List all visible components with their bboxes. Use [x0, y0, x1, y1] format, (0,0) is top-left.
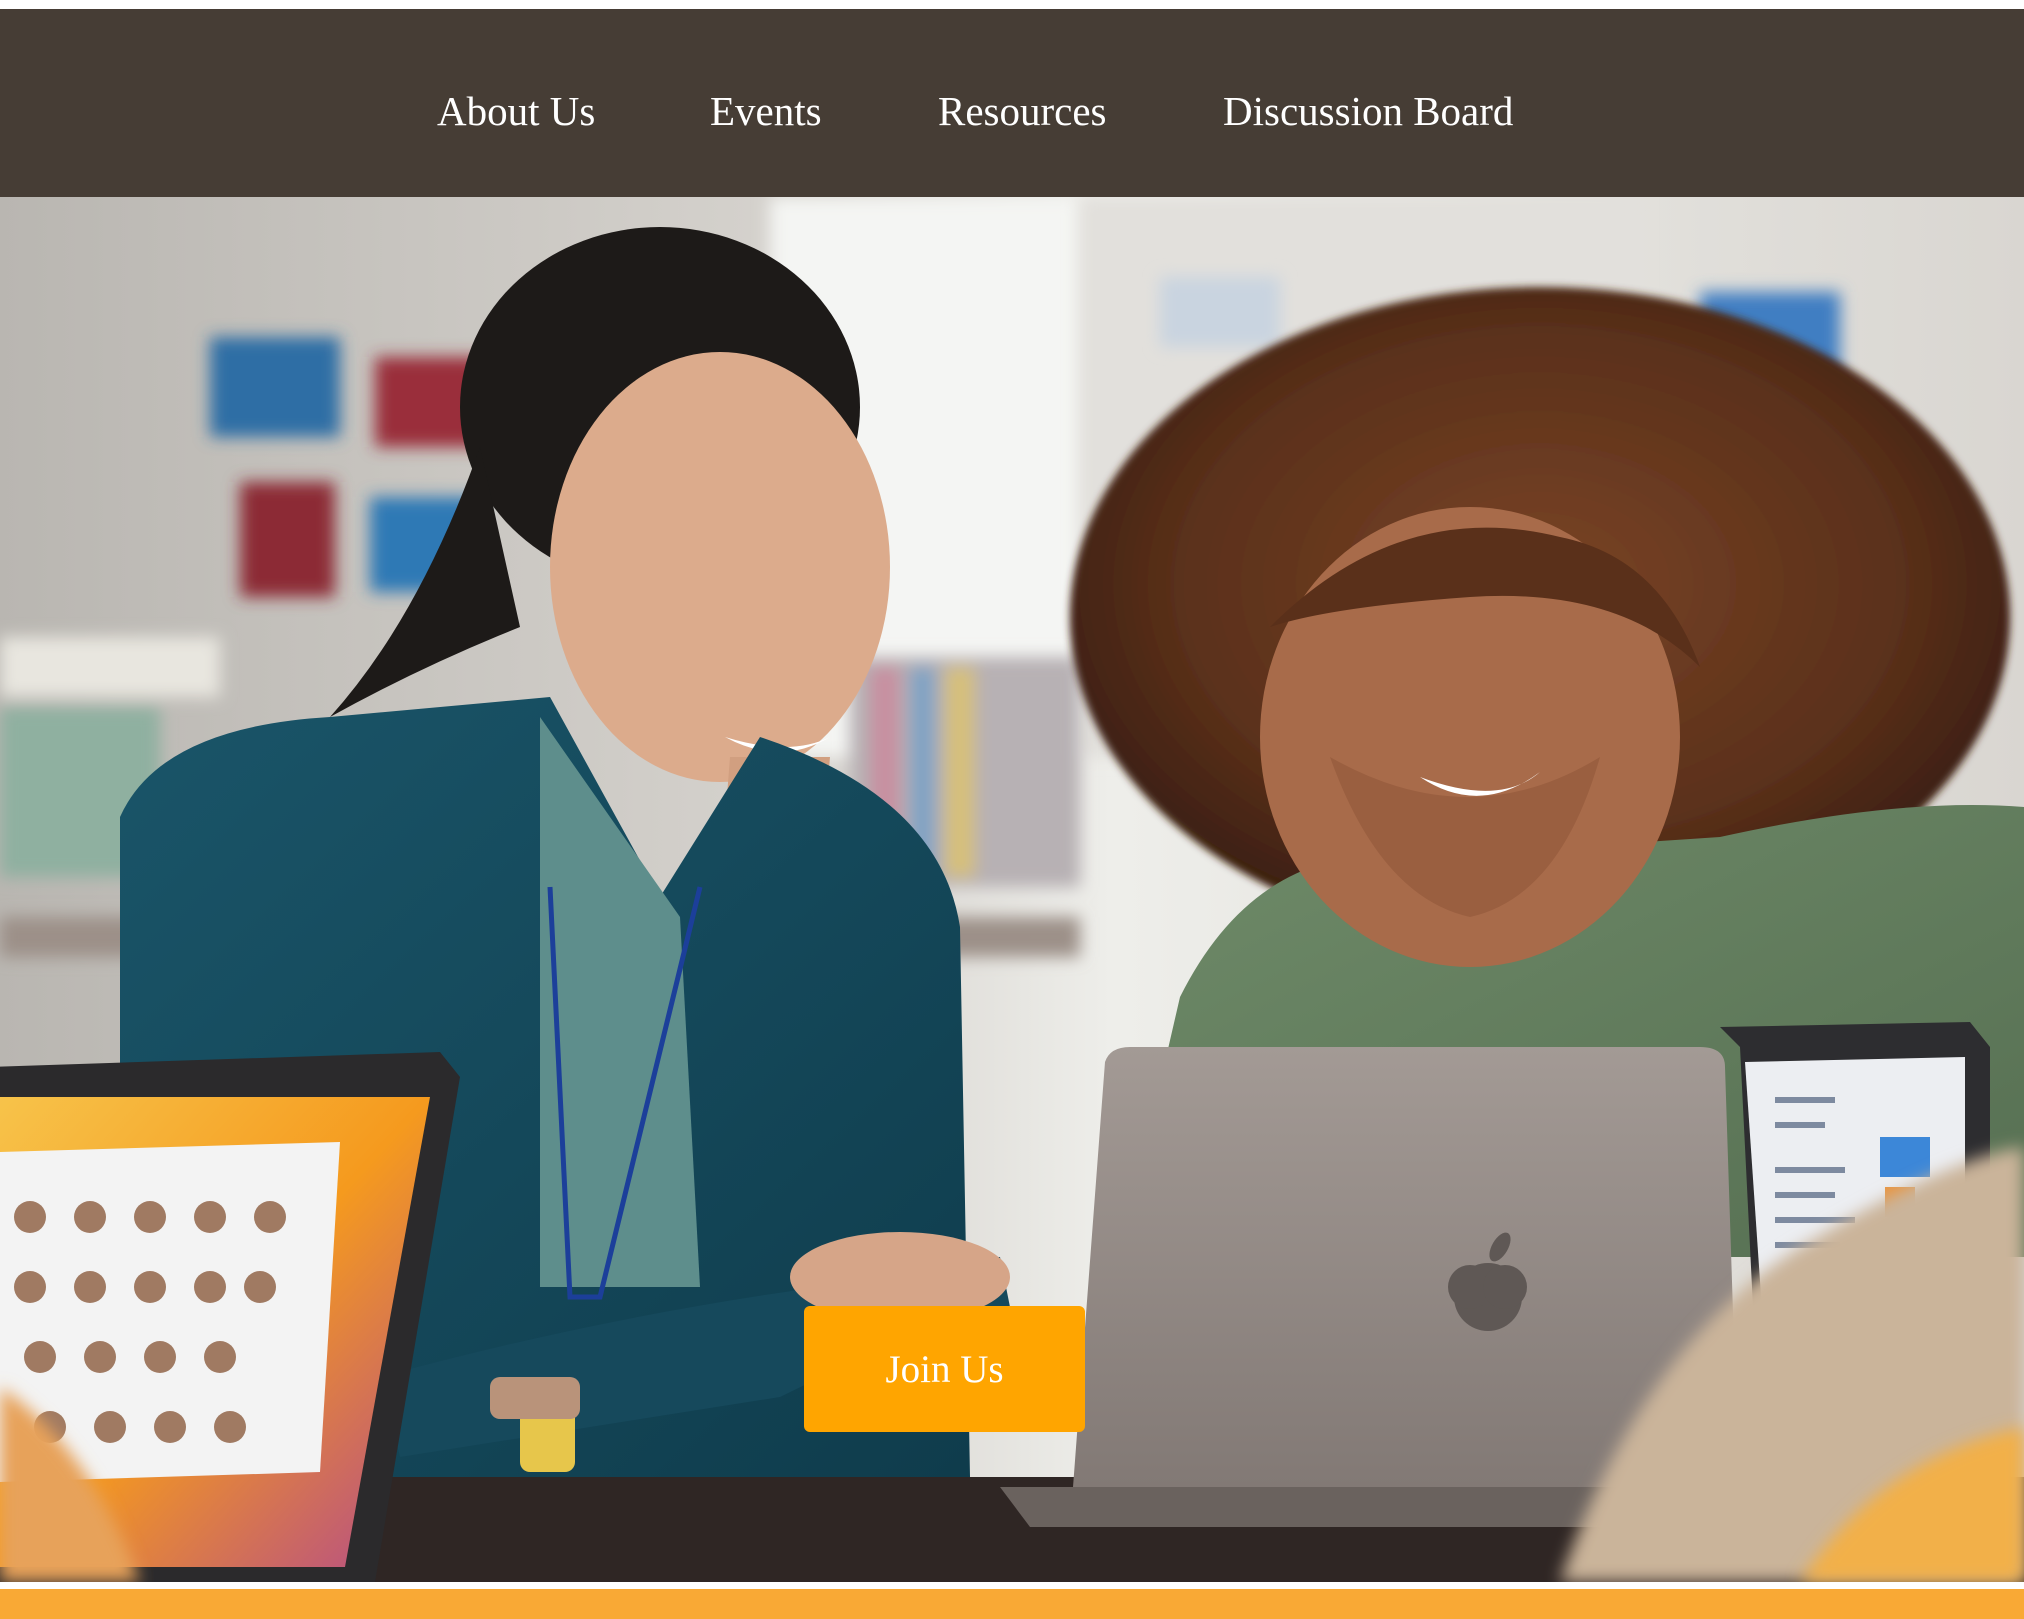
bottom-accent-strip [0, 1589, 2024, 1619]
hero-section: Join Us [0, 197, 2024, 1582]
nav-item-events[interactable]: Events [710, 83, 822, 139]
join-us-button[interactable]: Join Us [804, 1306, 1085, 1432]
nav-item-about-us[interactable]: About Us [437, 83, 595, 139]
nav-item-resources[interactable]: Resources [938, 83, 1107, 139]
nav-item-discussion-board[interactable]: Discussion Board [1223, 83, 1513, 139]
top-navbar: About Us Events Resources Discussion Boa… [0, 9, 2024, 197]
page: About Us Events Resources Discussion Boa… [0, 0, 2024, 1619]
